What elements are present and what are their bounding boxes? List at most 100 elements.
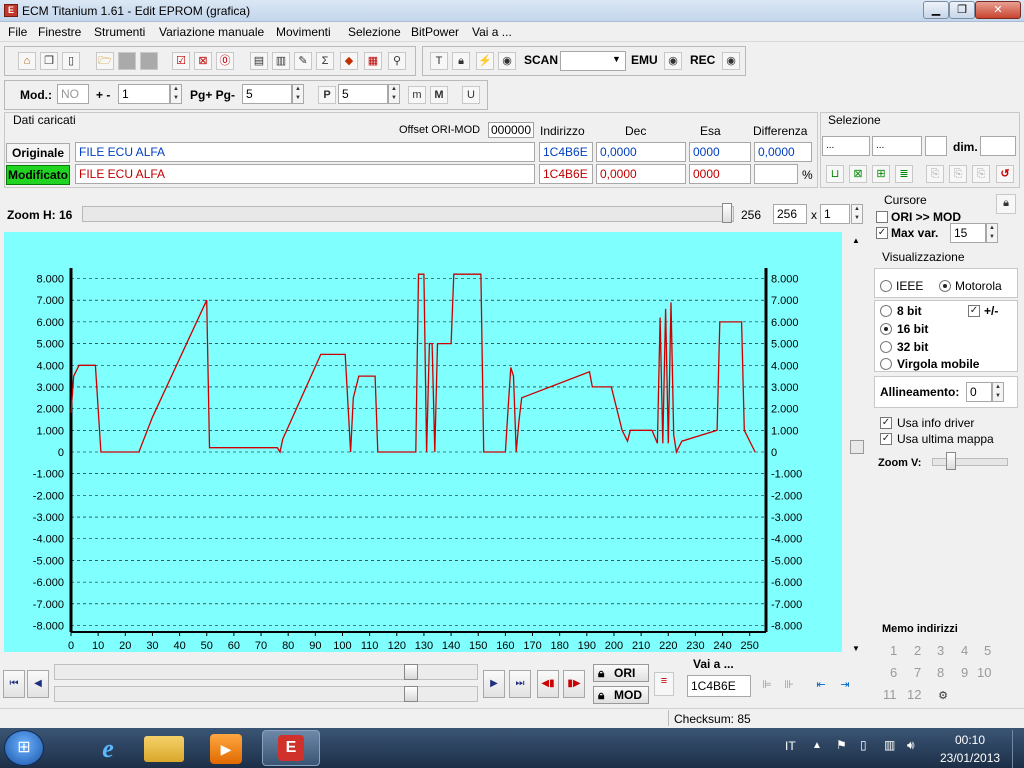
zoom-h-slider[interactable] (82, 206, 734, 222)
menu-variazione-manuale[interactable]: Variazione manuale (159, 25, 264, 39)
modificato-indirizzo[interactable]: 1C4B6E (539, 164, 593, 184)
select-add-icon[interactable]: ⊞ (872, 165, 890, 183)
memo-slot[interactable]: 7 (914, 665, 921, 680)
menu-vai-a[interactable]: Vai a ... (472, 25, 512, 39)
prev-diff-icon[interactable]: ◀▮ (537, 670, 559, 698)
sigma-icon[interactable]: Σ (316, 52, 334, 70)
network-icon[interactable]: ▥ (884, 738, 895, 752)
menu-file[interactable]: File (8, 25, 27, 39)
chip-icon[interactable]: ▥ (272, 52, 290, 70)
mult-field[interactable]: 1 (820, 204, 850, 224)
memo-slot[interactable]: 12 (907, 687, 921, 702)
ie-icon[interactable]: e (86, 732, 130, 766)
virgola-radio[interactable] (880, 358, 892, 370)
lock-icon[interactable]: 🔒︎ (452, 52, 470, 70)
motorola-radio[interactable] (939, 280, 951, 292)
32bit-radio[interactable] (880, 341, 892, 353)
pg-spinner[interactable]: ▲ ▼ (292, 84, 304, 104)
minimize-button[interactable]: ▁ (923, 1, 949, 19)
tray-up-icon[interactable]: ▲ (812, 740, 822, 751)
8bit-radio[interactable] (880, 305, 892, 317)
move-sel-icon[interactable]: ⎘ (972, 165, 990, 183)
memo-slot[interactable]: 4 (961, 643, 968, 658)
record-icon[interactable]: ◉ (498, 52, 516, 70)
paste-sel-icon[interactable]: ⎘ (949, 165, 967, 183)
menu-movimenti[interactable]: Movimenti (276, 25, 331, 39)
memo-slot[interactable]: 1 (890, 643, 897, 658)
step-spinner[interactable]: ▲ ▼ (170, 84, 182, 104)
map-icon[interactable]: ▦ (364, 52, 382, 70)
ori-mod-checkbox[interactable] (876, 211, 888, 223)
select-start-icon[interactable]: ⊔ (826, 165, 844, 183)
save-icon[interactable] (118, 52, 136, 70)
memo-next-icon[interactable]: ⇥ (836, 677, 854, 695)
goto-right-icon[interactable]: ⊪ (780, 677, 798, 695)
clock-time[interactable]: 00:10 (955, 733, 985, 747)
open-folder-icon[interactable]: 🗁 (96, 52, 114, 70)
mod-button[interactable]: 🔒︎ MOD (593, 686, 649, 704)
volume-icon[interactable]: 🔊︎ (907, 738, 915, 753)
copy-icon[interactable]: ▯ (62, 52, 80, 70)
close-button[interactable]: ✕ (975, 1, 1021, 19)
menu-finestre[interactable]: Finestre (38, 25, 81, 39)
action-center-icon[interactable]: ⚑ (836, 738, 847, 752)
menu-strumenti[interactable]: Strumenti (94, 25, 145, 39)
vai-field[interactable]: 1C4B6E (687, 675, 751, 697)
m-small-icon[interactable]: m (408, 86, 426, 104)
compare-icon[interactable]: ▤ (250, 52, 268, 70)
modificato-differenza[interactable] (754, 164, 798, 184)
copy-sel-icon[interactable]: ⎘ (926, 165, 944, 183)
originale-dec[interactable]: 0,0000 (596, 142, 686, 162)
mult-spinner[interactable]: ▲ ▼ (851, 204, 863, 224)
flag-icon[interactable]: ≡ (654, 672, 674, 696)
zoom-v-thumb[interactable] (946, 452, 956, 470)
memo-slot[interactable]: 10 (977, 665, 991, 680)
memo-slot[interactable]: 11 (883, 687, 897, 702)
memo-slot[interactable]: 6 (890, 665, 897, 680)
windows-icon[interactable]: ❐ (40, 52, 58, 70)
selezione-end[interactable]: ... (872, 136, 922, 156)
last-icon[interactable]: ⏭ (509, 670, 531, 698)
next-icon[interactable]: ▶ (483, 670, 505, 698)
memo-prev-icon[interactable]: ⇤ (812, 677, 830, 695)
allineamento-spinner[interactable]: ▲ ▼ (992, 382, 1004, 402)
memo-slot[interactable]: 3 (937, 643, 944, 658)
zoom-h-field[interactable]: 256 (773, 204, 807, 224)
rec-record-icon[interactable]: ◉ (722, 52, 740, 70)
first-icon[interactable]: ⏮ (3, 670, 25, 698)
select-all-icon[interactable]: ≣ (895, 165, 913, 183)
prev-icon[interactable]: ◀ (27, 670, 49, 698)
hscroll-bottom-thumb[interactable] (404, 686, 418, 702)
scroll-down-icon[interactable]: ▼ (852, 644, 860, 653)
step-field[interactable]: 1 (118, 84, 170, 104)
zoom-h-thumb[interactable] (722, 203, 732, 223)
modificato-dec[interactable]: 0,0000 (596, 164, 686, 184)
memo-slot[interactable]: 5 (984, 643, 991, 658)
maxvar-checkbox[interactable]: ✓ (876, 227, 888, 239)
chart-vscroll-thumb[interactable] (850, 440, 864, 454)
memo-slot[interactable]: 9 (961, 665, 968, 680)
scroll-up-icon[interactable]: ▲ (852, 236, 860, 245)
maxvar-spinner[interactable]: ▲ ▼ (986, 223, 998, 243)
m-big-icon[interactable]: M (430, 86, 448, 104)
next-diff-icon[interactable]: ▮▶ (563, 670, 585, 698)
chevron-down-icon[interactable]: ▼ (612, 54, 621, 64)
maximize-button[interactable]: ❐ (949, 1, 975, 19)
show-desktop-button[interactable] (1012, 730, 1024, 768)
selezione-extra[interactable] (925, 136, 947, 156)
battery-icon[interactable]: ▯ (860, 738, 867, 752)
colors-icon[interactable]: ◆ (340, 52, 358, 70)
modificato-esa[interactable]: 0000 (689, 164, 751, 184)
usa-info-driver-checkbox[interactable]: ✓ (880, 417, 892, 429)
memo-slot[interactable]: 2 (914, 643, 921, 658)
originale-indirizzo[interactable]: 1C4B6E (539, 142, 593, 162)
originale-esa[interactable]: 0000 (689, 142, 751, 162)
u-icon[interactable]: U (462, 86, 480, 104)
clock-date[interactable]: 23/01/2013 (940, 751, 1000, 765)
calc-icon[interactable]: ⊠ (194, 52, 212, 70)
menu-selezione[interactable]: Selezione (348, 25, 401, 39)
goto-left-icon[interactable]: ⊫ (758, 677, 776, 695)
allineamento-field[interactable]: 0 (966, 382, 992, 402)
memo-slot[interactable]: 8 (937, 665, 944, 680)
maxvar-field[interactable]: 15 (950, 223, 986, 243)
